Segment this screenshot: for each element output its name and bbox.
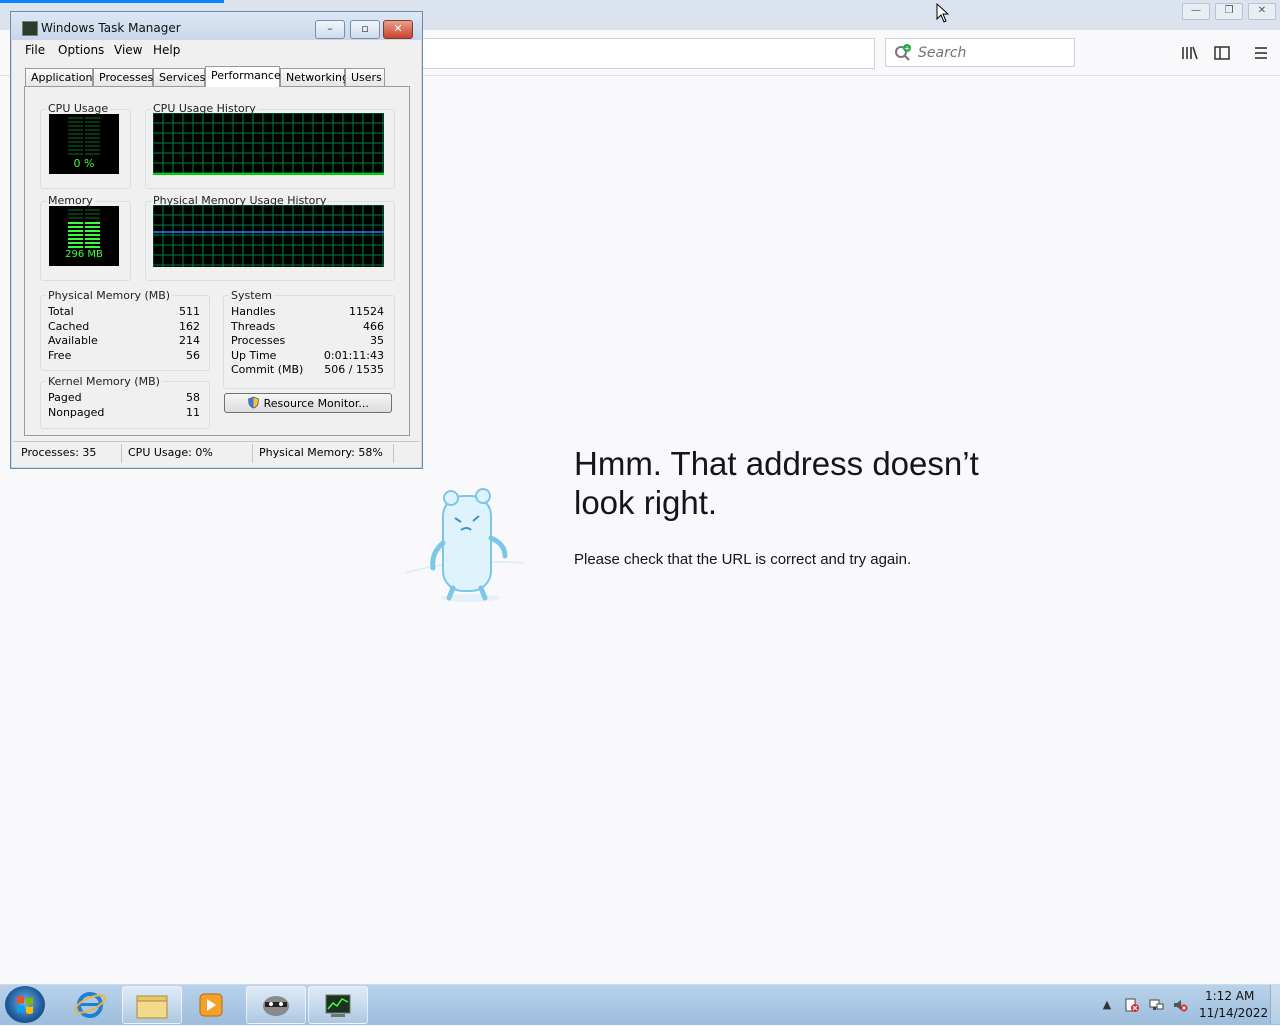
active-tab-indicator xyxy=(0,0,224,3)
menu-options[interactable]: Options xyxy=(58,43,104,57)
memory-history-graph xyxy=(153,205,384,267)
task-manager-window: Windows Task Manager – ▫ ✕ File Options … xyxy=(10,11,423,469)
start-button[interactable] xyxy=(5,986,45,1023)
ie-icon xyxy=(74,992,106,1018)
action-center-icon[interactable] xyxy=(1124,998,1140,1012)
error-title: Hmm. That address doesn’t look right. xyxy=(574,445,979,521)
task-manager-app-icon xyxy=(22,21,38,36)
cpu-usage-meter: 0 % xyxy=(49,114,119,174)
status-bar: Processes: 35 CPU Usage: 0% Physical Mem… xyxy=(13,441,420,466)
menu-help[interactable]: Help xyxy=(153,43,180,57)
kernel-memory-group xyxy=(40,381,210,429)
taskbar-ie[interactable] xyxy=(61,986,119,1022)
shield-icon xyxy=(248,396,260,409)
performance-panel: CPU Usage 0 % CPU Usage History Memory 2… xyxy=(24,86,410,436)
tab-performance[interactable]: Performance xyxy=(205,66,281,87)
error-description: Please check that the URL is correct and… xyxy=(574,551,912,568)
media-player-icon xyxy=(199,993,223,1017)
tab-networking[interactable]: Networking xyxy=(280,68,349,86)
browser-minimize-button[interactable]: — xyxy=(1182,3,1210,20)
error-mascot-illustration xyxy=(404,488,526,602)
clock-date[interactable]: 11/14/2022 xyxy=(1199,1006,1268,1020)
mouse-cursor-icon xyxy=(936,2,950,26)
status-memory: Physical Memory: 58% xyxy=(259,446,383,459)
clock-time[interactable]: 1:12 AM xyxy=(1205,989,1254,1003)
cpu-history-graph xyxy=(153,113,384,175)
menu-file[interactable]: File xyxy=(25,43,45,57)
resource-monitor-button[interactable]: Resource Monitor... xyxy=(224,393,392,413)
menu-bar: File Options View Help xyxy=(13,40,420,60)
task-manager-icon xyxy=(325,994,351,1017)
windows-logo-icon xyxy=(17,996,33,1014)
show-hidden-icons-icon[interactable]: ▲ xyxy=(1099,998,1115,1012)
system-label: System xyxy=(229,289,275,302)
menu-view[interactable]: View xyxy=(114,43,142,57)
raccoon-app-icon xyxy=(263,996,289,1016)
taskbar-task-manager[interactable] xyxy=(308,986,368,1024)
taskbar-app[interactable] xyxy=(246,986,306,1024)
status-processes: Processes: 35 xyxy=(21,446,97,459)
search-box[interactable]: + Search xyxy=(885,38,1075,67)
search-engine-icon: + xyxy=(895,44,911,61)
network-icon[interactable] xyxy=(1148,998,1164,1012)
browser-restore-button[interactable]: ❐ xyxy=(1215,3,1243,20)
url-bar[interactable] xyxy=(420,38,875,69)
memory-meter: 296 MB xyxy=(49,206,119,266)
cpu-usage-value: 0 % xyxy=(73,157,95,170)
search-placeholder: Search xyxy=(918,45,967,61)
status-cpu: CPU Usage: 0% xyxy=(128,446,213,459)
tab-applications[interactable]: Applications xyxy=(25,68,98,86)
menu-icon[interactable] xyxy=(1251,44,1271,62)
tm-minimize-button[interactable]: – xyxy=(315,20,345,39)
task-manager-title: Windows Task Manager xyxy=(41,21,181,35)
svg-text:+: + xyxy=(904,45,910,53)
taskbar-explorer[interactable] xyxy=(122,986,182,1024)
tab-processes[interactable]: Processes xyxy=(93,68,153,86)
tm-close-button[interactable]: ✕ xyxy=(383,20,413,39)
volume-muted-icon[interactable] xyxy=(1172,998,1188,1012)
library-icon[interactable] xyxy=(1180,44,1200,62)
show-desktop-button[interactable] xyxy=(1270,985,1280,1024)
taskbar-media-player[interactable] xyxy=(183,986,241,1022)
memory-value: 296 MB xyxy=(65,249,103,260)
sidebar-icon[interactable] xyxy=(1212,44,1232,62)
browser-close-button[interactable]: ✕ xyxy=(1248,3,1276,20)
tab-users[interactable]: Users xyxy=(345,68,385,86)
physical-memory-label: Physical Memory (MB) xyxy=(46,289,173,302)
tab-services[interactable]: Services xyxy=(153,68,205,86)
kernel-memory-label: Kernel Memory (MB) xyxy=(46,375,162,388)
explorer-icon xyxy=(136,995,168,1019)
tm-maximize-button[interactable]: ▫ xyxy=(350,20,380,39)
